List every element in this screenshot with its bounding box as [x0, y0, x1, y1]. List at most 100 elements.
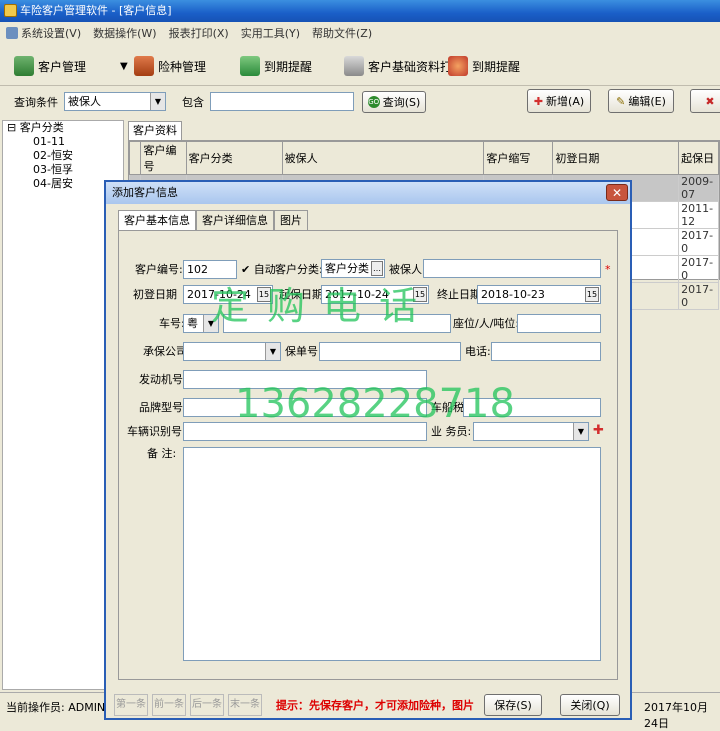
condition-select[interactable]: 被保人 ▼ — [64, 92, 166, 111]
col-header[interactable]: 客户分类 — [185, 141, 283, 175]
notes-textarea[interactable] — [183, 447, 601, 661]
reminder-icon — [240, 56, 260, 76]
grid-header-row: 客户编号 客户分类 被保人 客户缩写 初登日期 起保日 — [128, 141, 719, 175]
next-record-button[interactable]: 后一条 — [190, 694, 224, 716]
alarm-icon — [448, 56, 468, 76]
print-basic-button[interactable]: 客户基础资料打印 — [344, 52, 464, 80]
dropdown-arrow-icon[interactable]: ▼ — [120, 61, 128, 72]
calendar-icon[interactable]: 15 — [585, 287, 599, 302]
search-button[interactable]: GO 查询(S) — [362, 91, 426, 113]
vin-label: 车辆识别号: — [127, 425, 186, 438]
printer-icon — [344, 56, 364, 76]
last-record-button[interactable]: 末一条 — [228, 694, 262, 716]
category-input[interactable]: 客户分类 … — [321, 259, 385, 278]
settings-icon — [6, 27, 18, 39]
delete-icon: ✖ — [705, 94, 715, 108]
col-header[interactable]: 初登日期 — [552, 141, 680, 175]
dialog-titlebar: 添加客户信息 ✕ — [106, 182, 630, 204]
seats-label: 座位/人/吨位: — [453, 317, 520, 330]
save-button[interactable]: 保存(S) — [484, 694, 542, 716]
prev-record-button[interactable]: 前一条 — [152, 694, 186, 716]
insured-input[interactable] — [423, 259, 601, 278]
insurance-icon — [134, 56, 154, 76]
first-reg-date[interactable]: 2017-10-24 15 — [183, 285, 273, 304]
customer-mgmt-button[interactable]: 客户管理 ▼ — [14, 52, 128, 80]
vin-input[interactable] — [183, 422, 427, 441]
insured-label: 被保人: — [389, 263, 426, 276]
first-record-button[interactable]: 第一条 — [114, 694, 148, 716]
contains-label: 包含 — [182, 96, 204, 109]
chevron-down-icon[interactable]: ▼ — [573, 423, 588, 440]
tree-root[interactable]: ⊟ 客户分类 — [3, 121, 123, 135]
tree-item[interactable]: 03-恒孚 — [3, 163, 123, 177]
go-icon: GO — [367, 96, 380, 108]
insurer-select[interactable]: ▼ — [183, 342, 281, 361]
menu-tools[interactable]: 实用工具(Y) — [241, 25, 300, 41]
pencil-icon: ✎ — [616, 94, 626, 108]
agent-label: 业 务员: — [431, 425, 472, 438]
ellipsis-icon[interactable]: … — [371, 261, 383, 276]
policy-input[interactable] — [319, 342, 461, 361]
chevron-down-icon[interactable]: ▼ — [265, 343, 280, 360]
category-label: 客户分类: — [275, 263, 323, 276]
phone-input[interactable] — [491, 342, 601, 361]
chevron-down-icon[interactable]: ▼ — [150, 93, 165, 110]
customer-icon — [14, 56, 34, 76]
cust-no-label: 客户编号: — [135, 263, 183, 276]
add-button[interactable]: ✚ 新增(A) — [527, 89, 591, 113]
plate-prefix-select[interactable]: 粤 ▼ — [183, 314, 219, 333]
end-label: 终止日期 — [437, 288, 481, 301]
calendar-icon[interactable]: 15 — [257, 287, 271, 302]
start-label: 起保日期 — [279, 288, 323, 301]
auto-checkbox[interactable]: ✔ 自动 — [241, 261, 276, 279]
model-label: 品牌型号: — [139, 401, 187, 414]
menu-report-print[interactable]: 报表打印(X) — [169, 25, 229, 41]
calendar-icon[interactable]: 15 — [413, 287, 427, 302]
seats-input[interactable] — [517, 314, 601, 333]
end-date[interactable]: 2018-10-23 15 — [477, 285, 601, 304]
tax-input[interactable] — [463, 398, 601, 417]
agent-select[interactable]: ▼ — [473, 422, 589, 441]
due-remind-button[interactable]: 到期提醒 — [240, 52, 312, 80]
due-remind-button-2[interactable]: 到期提醒 — [448, 52, 520, 80]
date-status: 2017年10月24日 — [644, 701, 708, 730]
tree-item[interactable]: 01-11 — [3, 135, 123, 149]
edit-button[interactable]: ✎ 编辑(E) — [608, 89, 674, 113]
plate-input[interactable] — [223, 314, 451, 333]
add-agent-icon[interactable]: ✚ — [593, 422, 604, 440]
tab-pictures[interactable]: 图片 — [274, 210, 308, 230]
col-header[interactable]: 客户缩写 — [483, 141, 554, 175]
col-header[interactable]: 客户编号 — [140, 141, 187, 175]
tab-customer-data[interactable]: 客户资料 — [128, 121, 182, 140]
engine-label: 发动机号: — [139, 373, 187, 386]
required-mark: * — [605, 263, 611, 276]
tab-detail-info[interactable]: 客户详细信息 — [196, 210, 274, 230]
chevron-down-icon[interactable]: ▼ — [203, 315, 218, 332]
insurance-mgmt-button[interactable]: 险种管理 — [134, 52, 206, 80]
col-header[interactable]: 起保日 — [678, 141, 719, 175]
save-hint: 提示：先保存客户，才可添加险种，图片 — [276, 699, 474, 712]
condition-label: 查询条件 — [14, 96, 58, 109]
close-button[interactable]: 关闭(Q) — [560, 694, 620, 716]
cust-no-input[interactable]: 102 — [183, 260, 237, 279]
window-title: 车险客户管理软件 - [客户信息] — [20, 4, 172, 17]
dialog-tabs: 客户基本信息 客户详细信息 图片 — [118, 210, 308, 231]
delete-button[interactable]: ✖ — [690, 89, 720, 113]
contains-input[interactable] — [210, 92, 354, 111]
notes-label: 备 注: — [147, 447, 177, 460]
close-icon[interactable]: ✕ — [606, 184, 628, 201]
col-header[interactable]: 被保人 — [281, 141, 485, 175]
dialog-title: 添加客户信息 — [112, 186, 178, 199]
engine-input[interactable] — [183, 370, 427, 389]
tab-basic-info[interactable]: 客户基本信息 — [118, 210, 196, 231]
tree-item[interactable]: 02-恒安 — [3, 149, 123, 163]
start-date[interactable]: 2017-10-24 15 — [321, 285, 429, 304]
first-reg-label: 初登日期 — [133, 288, 177, 301]
window-titlebar: 车险客户管理软件 - [客户信息] — [0, 0, 720, 22]
add-customer-dialog: 添加客户信息 ✕ 客户基本信息 客户详细信息 图片 客户编号: 102 ✔ 自动… — [104, 180, 632, 720]
menu-system-settings[interactable]: 系统设置(V) — [6, 25, 81, 41]
menu-help[interactable]: 帮助文件(Z) — [312, 25, 372, 41]
model-input[interactable] — [183, 398, 427, 417]
menu-data-ops[interactable]: 数据操作(W) — [93, 25, 156, 41]
app-icon — [4, 4, 17, 17]
